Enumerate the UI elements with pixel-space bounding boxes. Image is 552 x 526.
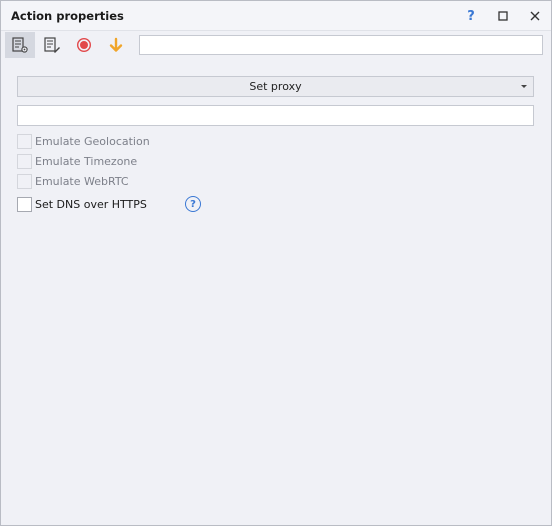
proxy-input[interactable]: [17, 105, 534, 126]
action-properties-window: Action properties ? Set proxy Emulate Ge…: [0, 0, 552, 526]
properties-edit-icon[interactable]: [37, 32, 67, 58]
emulate-geolocation-checkbox: [17, 133, 32, 149]
emulate-geolocation-label: Emulate Geolocation: [35, 134, 150, 148]
title-bar: Action properties ?: [1, 1, 551, 31]
action-select[interactable]: Set proxy: [17, 76, 534, 97]
arrow-down-icon[interactable]: [101, 32, 131, 58]
chevron-down-icon: [521, 85, 527, 88]
emulate-webrtc-label: Emulate WebRTC: [35, 174, 129, 188]
properties-settings-icon[interactable]: [5, 32, 35, 58]
toolbar: [1, 31, 551, 59]
emulate-timezone-label: Emulate Timezone: [35, 154, 138, 168]
emulate-timezone-row: Emulate Timezone: [17, 152, 137, 170]
dns-over-https-label[interactable]: Set DNS over HTTPS: [35, 198, 147, 211]
close-icon[interactable]: [525, 6, 545, 26]
toolbar-input[interactable]: [139, 35, 543, 55]
emulate-geolocation-row: Emulate Geolocation: [17, 132, 150, 150]
emulate-timezone-checkbox: [17, 153, 32, 169]
dns-over-https-checkbox[interactable]: [17, 196, 32, 212]
dns-over-https-row[interactable]: Set DNS over HTTPS: [17, 195, 147, 213]
action-select-value: Set proxy: [249, 80, 302, 93]
help-button[interactable]: ?: [461, 6, 481, 26]
help-circle-icon[interactable]: ?: [185, 196, 201, 212]
emulate-webrtc-row: Emulate WebRTC: [17, 172, 129, 190]
maximize-icon[interactable]: [493, 6, 513, 26]
window-title: Action properties: [11, 9, 124, 23]
emulate-webrtc-checkbox: [17, 173, 32, 189]
record-icon[interactable]: [69, 32, 99, 58]
